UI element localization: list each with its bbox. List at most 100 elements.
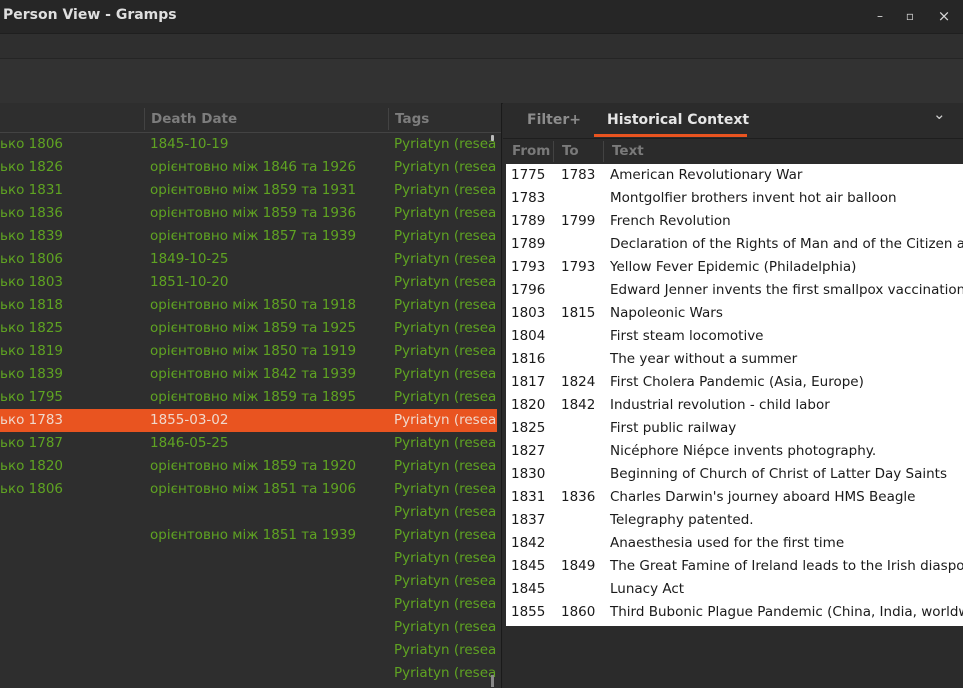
table-row[interactable]: Pyriatyn (research): [0, 639, 497, 662]
table-row[interactable]: Pyriatyn (research): [0, 616, 497, 639]
close-button[interactable]: ×: [933, 6, 955, 26]
list-item[interactable]: 1820 1842 Industrial revolution - child la…: [506, 394, 963, 417]
person-birth-cell: ько 1820: [0, 458, 64, 474]
event-from-cell: 1855: [511, 604, 546, 620]
list-item[interactable]: 1845 Lunacy Act: [506, 578, 963, 601]
list-item[interactable]: 1803 1815 Napoleonic Wars: [506, 302, 963, 325]
event-from-cell: 1783: [511, 190, 546, 206]
event-text-cell: The Great Famine of Ireland leads to the…: [610, 558, 963, 574]
table-row[interactable]: ько 1806 1845-10-19 Pyriatyn (research): [0, 133, 497, 156]
person-death-cell: 1849-10-25: [150, 251, 229, 267]
tab-historical-context[interactable]: Historical Context: [607, 112, 749, 128]
table-row[interactable]: Pyriatyn (research): [0, 662, 497, 685]
list-item[interactable]: 1827 Nicéphore Niépce invents photography…: [506, 440, 963, 463]
list-item[interactable]: 1845 1849 The Great Famine of Ireland lead…: [506, 555, 963, 578]
table-row[interactable]: ько 1825 орієнтовно між 1859 та 1925 Pyria…: [0, 317, 497, 340]
person-tag-cell: Pyriatyn (research): [394, 228, 497, 244]
person-tag-cell: Pyriatyn (research): [394, 274, 497, 290]
person-tag-cell: Pyriatyn (research): [394, 504, 497, 520]
event-from-cell: 1820: [511, 397, 546, 413]
table-row[interactable]: Pyriatyn (research): [0, 547, 497, 570]
chevron-down-icon[interactable]: ⌄: [933, 105, 946, 123]
list-item[interactable]: 1830 Beginning of Church of Christ of Lat…: [506, 463, 963, 486]
minimize-button[interactable]: –: [869, 6, 891, 26]
person-death-cell: орієнтовно між 1851 та 1906: [150, 481, 357, 497]
list-item[interactable]: 1804 First steam locomotive: [506, 325, 963, 348]
list-item[interactable]: 1816 The year without a summer: [506, 348, 963, 371]
table-row[interactable]: ько 1818 орієнтовно між 1850 та 1918 Pyria…: [0, 294, 497, 317]
person-birth-cell: ько 1831: [0, 182, 64, 198]
table-row[interactable]: ько 1831 орієнтовно між 1859 та 1931 Pyria…: [0, 179, 497, 202]
event-from-cell: 1837: [511, 512, 546, 528]
column-header-tags[interactable]: Tags: [395, 111, 429, 127]
table-row[interactable]: Pyriatyn (research): [0, 593, 497, 616]
list-item[interactable]: 1855 1860 Third Bubonic Plague Pandemic (C…: [506, 601, 963, 624]
table-row[interactable]: ько 1787 1846-05-25 Pyriatyn (research): [0, 432, 497, 455]
sidebar-tabs: Filter+ Historical Context ⌄: [503, 103, 963, 139]
list-item[interactable]: 1842 Anaesthesia used for the first time: [506, 532, 963, 555]
vertical-scrollbar[interactable]: [491, 135, 494, 141]
scrollbar-indicator[interactable]: [491, 675, 494, 687]
maximize-button[interactable]: ▫: [899, 6, 921, 26]
table-row[interactable]: ько 1839 орієнтовно між 1857 та 1939 Pyria…: [0, 225, 497, 248]
event-text-cell: Yellow Fever Epidemic (Philadelphia): [610, 259, 857, 275]
event-from-cell: 1789: [511, 236, 546, 252]
event-from-cell: 1845: [511, 581, 546, 597]
event-from-cell: 1789: [511, 213, 546, 229]
person-tag-cell: Pyriatyn (research): [394, 389, 497, 405]
list-item[interactable]: 1793 1793 Yellow Fever Epidemic (Philadelp…: [506, 256, 963, 279]
table-row[interactable]: ько 1803 1851-10-20 Pyriatyn (research): [0, 271, 497, 294]
column-header-to[interactable]: To: [562, 143, 579, 159]
table-row[interactable]: ько 1806 1849-10-25 Pyriatyn (research): [0, 248, 497, 271]
table-row[interactable]: ько 1826 орієнтовно між 1846 та 1926 Pyria…: [0, 156, 497, 179]
person-tag-cell: Pyriatyn (research): [394, 642, 497, 658]
list-item[interactable]: 1789 1799 French Revolution: [506, 210, 963, 233]
column-header-text[interactable]: Text: [612, 143, 644, 159]
table-row[interactable]: ько 1783 1855-03-02 Pyriatyn (research): [0, 409, 497, 432]
column-header-from[interactable]: From: [512, 143, 550, 159]
list-item[interactable]: 1837 Telegraphy patented.: [506, 509, 963, 532]
table-row[interactable]: ько 1820 орієнтовно між 1859 та 1920 Pyria…: [0, 455, 497, 478]
event-to-cell: 1849: [561, 558, 596, 574]
person-death-cell: орієнтовно між 1850 та 1919: [150, 343, 357, 359]
event-from-cell: 1842: [511, 535, 546, 551]
person-tag-cell: Pyriatyn (research): [394, 320, 497, 336]
table-row[interactable]: орієнтовно між 1851 та 1939 Pyriatyn (res…: [0, 524, 497, 547]
person-death-cell: орієнтовно між 1846 та 1926: [150, 159, 357, 175]
event-from-cell: 1845: [511, 558, 546, 574]
table-row[interactable]: Pyriatyn (research): [0, 570, 497, 593]
event-from-cell: 1831: [511, 489, 546, 505]
person-death-cell: орієнтовно між 1859 та 1931: [150, 182, 357, 198]
column-separator: [603, 141, 604, 162]
table-row[interactable]: Pyriatyn (research): [0, 501, 497, 524]
table-row[interactable]: ько 1819 орієнтовно між 1850 та 1919 Pyria…: [0, 340, 497, 363]
list-item[interactable]: 1831 1836 Charles Darwin's journey aboard …: [506, 486, 963, 509]
event-text-cell: Montgolfier brothers invent hot air ball…: [610, 190, 897, 206]
event-from-cell: 1827: [511, 443, 546, 459]
table-row[interactable]: ько 1795 орієнтовно між 1859 та 1895 Pyria…: [0, 386, 497, 409]
event-to-cell: 1793: [561, 259, 596, 275]
event-to-cell: 1799: [561, 213, 596, 229]
event-to-cell: 1860: [561, 604, 596, 620]
person-birth-cell: ько 1806: [0, 481, 64, 497]
table-row[interactable]: ько 1839 орієнтовно між 1842 та 1939 Pyria…: [0, 363, 497, 386]
list-item[interactable]: 1775 1783 American Revolutionary War: [506, 164, 963, 187]
event-from-cell: 1816: [511, 351, 546, 367]
event-text-cell: Telegraphy patented.: [610, 512, 754, 528]
list-item[interactable]: 1783 Montgolfier brothers invent hot air …: [506, 187, 963, 210]
list-item[interactable]: 1796 Edward Jenner invents the first smal…: [506, 279, 963, 302]
table-row[interactable]: ько 1836 орієнтовно між 1859 та 1936 Pyria…: [0, 202, 497, 225]
list-item[interactable]: 1789 Declaration of the Rights of Man and…: [506, 233, 963, 256]
event-text-cell: Nicéphore Niépce invents photography.: [610, 443, 877, 459]
event-text-cell: The year without a summer: [610, 351, 798, 367]
title-bar: Person View - Gramps – ▫ ×: [0, 0, 963, 33]
list-item[interactable]: 1817 1824 First Cholera Pandemic (Asia, Eu…: [506, 371, 963, 394]
column-header-death-date[interactable]: Death Date: [151, 111, 237, 127]
person-tag-cell: Pyriatyn (research): [394, 159, 497, 175]
event-text-cell: First Cholera Pandemic (Asia, Europe): [610, 374, 864, 390]
person-tag-cell: Pyriatyn (research): [394, 182, 497, 198]
event-from-cell: 1804: [511, 328, 546, 344]
list-item[interactable]: 1825 First public railway: [506, 417, 963, 440]
tab-filter[interactable]: Filter+: [527, 112, 581, 128]
table-row[interactable]: ько 1806 орієнтовно між 1851 та 1906 Pyria…: [0, 478, 497, 501]
